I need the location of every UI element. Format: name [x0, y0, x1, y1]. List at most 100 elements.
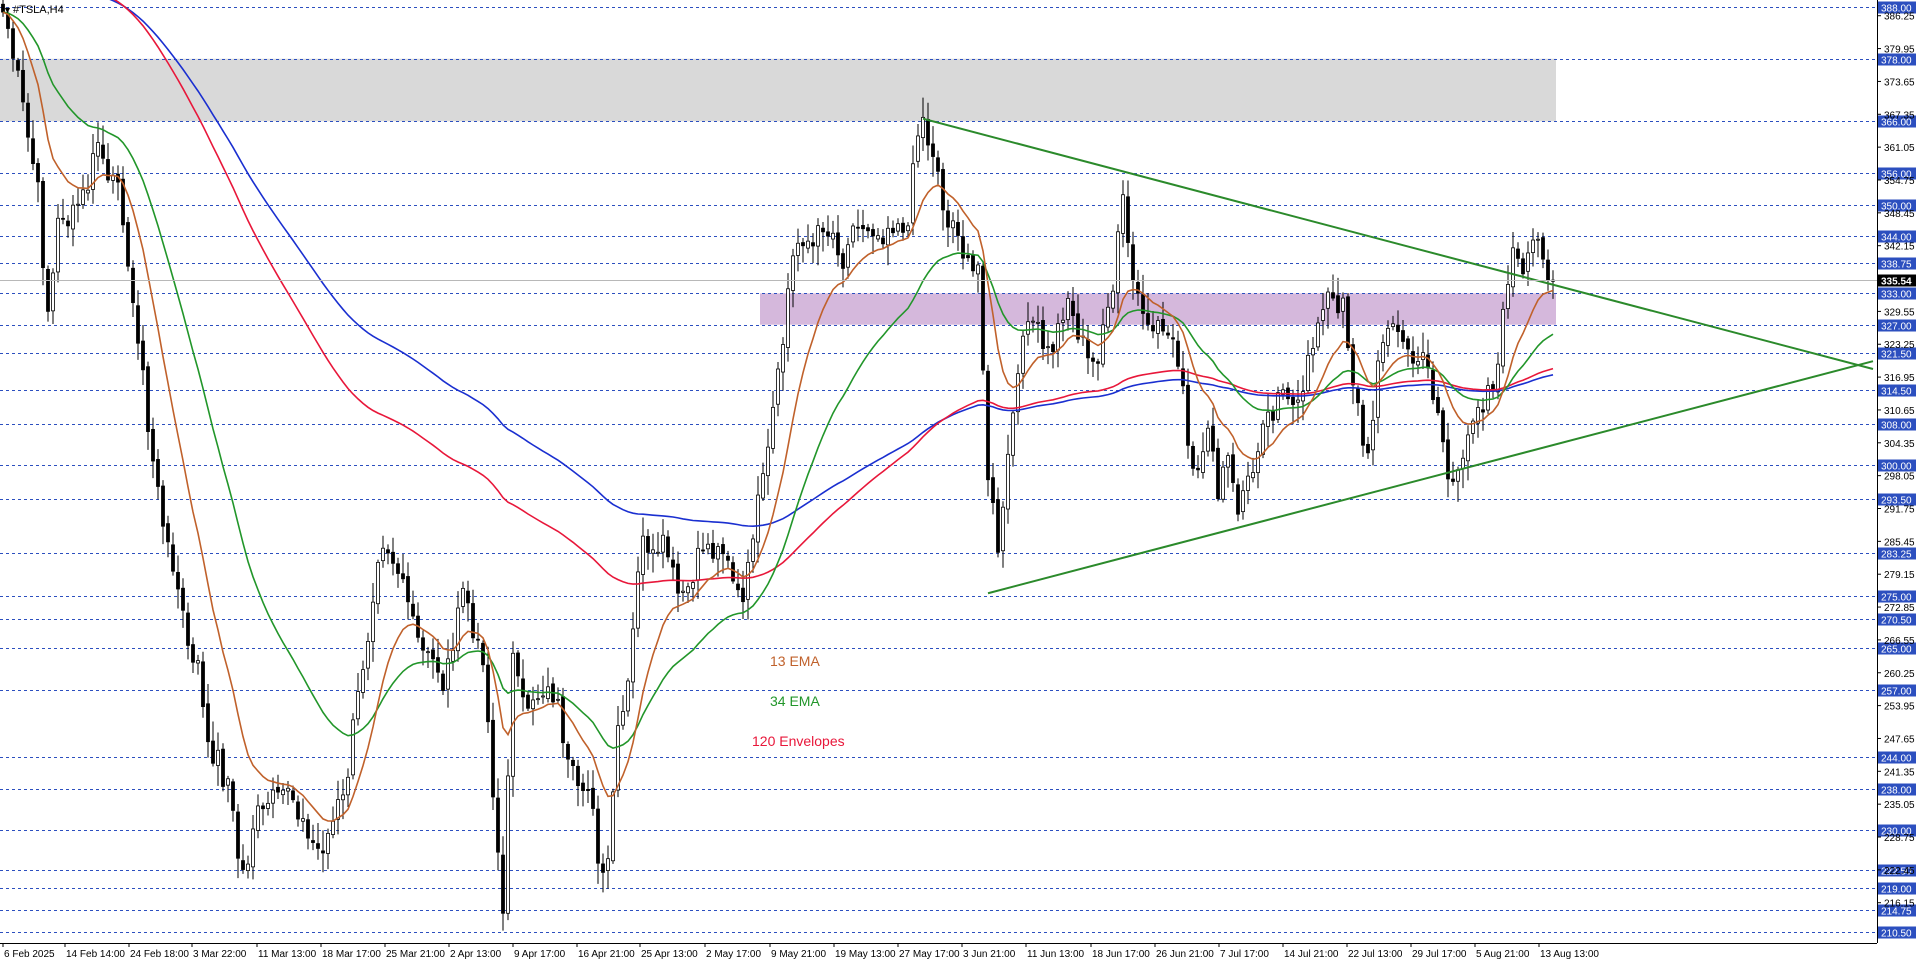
candle-body [256, 805, 260, 831]
candle-body [1426, 354, 1430, 369]
y-tick-label: 235.05 [1884, 800, 1915, 811]
candle-body [1346, 296, 1350, 349]
x-tick-label: 29 Jul 17:00 [1412, 949, 1467, 960]
candle-body [991, 477, 995, 503]
y-tick-label: 241.35 [1884, 767, 1915, 778]
level-tag-value: 257.00 [1881, 687, 1912, 698]
y-tick-label: 291.75 [1884, 505, 1915, 516]
annotation-13-ema: 13 EMA [770, 653, 820, 669]
y-tick-label: 272.85 [1884, 603, 1915, 614]
candle-body [196, 660, 200, 664]
y-tick-label: 329.55 [1884, 307, 1915, 318]
candle [126, 217, 130, 272]
candle-body [1056, 323, 1060, 351]
candle-body [746, 561, 750, 600]
candle-body [681, 590, 685, 593]
candle-body [1336, 295, 1340, 314]
candle-body [426, 651, 430, 654]
candle-body [741, 587, 745, 603]
candle-body [291, 790, 295, 801]
candle-body [1361, 404, 1365, 446]
level-tag: 244.00 [1878, 751, 1916, 765]
candle-body [986, 370, 990, 481]
level-tag: 327.00 [1878, 319, 1916, 333]
candle-body [421, 637, 425, 651]
candle-body [1161, 318, 1165, 332]
candle-body [26, 102, 30, 138]
candle-body [631, 628, 635, 683]
candle-body [31, 138, 35, 165]
candle-body [611, 791, 615, 862]
candle-body [241, 860, 245, 870]
candle-body [1331, 292, 1335, 299]
candle-body [161, 485, 165, 527]
candle-body [1221, 466, 1225, 500]
candle-body [901, 222, 905, 233]
x-tick-label: 13 Aug 13:00 [1540, 949, 1599, 960]
candle-body [1096, 361, 1100, 364]
candle [1216, 438, 1220, 502]
x-tick-label: 14 Feb 14:00 [66, 949, 125, 960]
candle-body [176, 571, 180, 590]
candle-body [966, 255, 970, 259]
candle-body [311, 840, 315, 843]
candle-body [1036, 321, 1040, 324]
candle-body [821, 227, 825, 233]
candle-body [541, 695, 545, 698]
candle-body [616, 725, 620, 791]
candle-body [896, 223, 900, 232]
y-tick-label: 323.25 [1884, 340, 1915, 351]
candle-body [496, 797, 500, 853]
candle-body [286, 787, 290, 792]
candle-body [1131, 244, 1135, 281]
x-tick-label: 24 Feb 18:00 [130, 949, 189, 960]
level-tag: 219.00 [1878, 882, 1916, 896]
candle-body [686, 586, 690, 594]
candle-body [506, 775, 510, 914]
candle-body [921, 116, 925, 139]
candle-body [11, 28, 15, 59]
candle-body [881, 237, 885, 245]
candle-body [76, 203, 80, 206]
chart-symbol-label: #TSLA,H4 [13, 4, 64, 16]
candle-body [661, 534, 665, 553]
candle-body [1226, 455, 1230, 468]
candle-body [56, 217, 60, 273]
candle-body [1001, 506, 1005, 552]
candle-body [141, 340, 145, 371]
candle-body [1526, 252, 1530, 272]
level-tag-value: 314.50 [1881, 387, 1912, 398]
x-tick-label: 11 Jun 13:00 [1027, 949, 1085, 960]
candle-body [1126, 196, 1130, 243]
x-tick-label: 16 Apr 21:00 [578, 949, 635, 960]
price-chart[interactable]: 13 EMA 34 EMA 120 Envelopes 388.00378.00… [0, 0, 1916, 963]
candle-body [276, 786, 280, 793]
candle-body [1086, 338, 1090, 359]
candle-body [531, 699, 535, 710]
candle-body [1396, 324, 1400, 332]
candle-body [891, 227, 895, 234]
candle [981, 261, 985, 375]
candle-body [771, 406, 775, 449]
candle-body [96, 142, 100, 157]
candle-body [1341, 297, 1345, 312]
candle [626, 678, 630, 717]
candle-body [811, 242, 815, 247]
candle-body [736, 583, 740, 591]
candle-body [1546, 259, 1550, 281]
candle-body [156, 459, 160, 487]
candle-body [381, 547, 385, 562]
candle [221, 743, 225, 792]
candle-body [1251, 472, 1255, 479]
candle-body [536, 698, 540, 701]
candle-body [926, 118, 930, 146]
candle-body [66, 220, 70, 227]
candle-body [1231, 454, 1235, 483]
y-tick-label: 216.15 [1884, 899, 1915, 910]
candle-body [36, 163, 40, 183]
level-tag-value: 270.50 [1881, 616, 1912, 627]
supply-zone [0, 58, 1556, 122]
candle-body [1406, 338, 1410, 350]
candle-body [1091, 357, 1095, 362]
candle-body [776, 368, 780, 405]
